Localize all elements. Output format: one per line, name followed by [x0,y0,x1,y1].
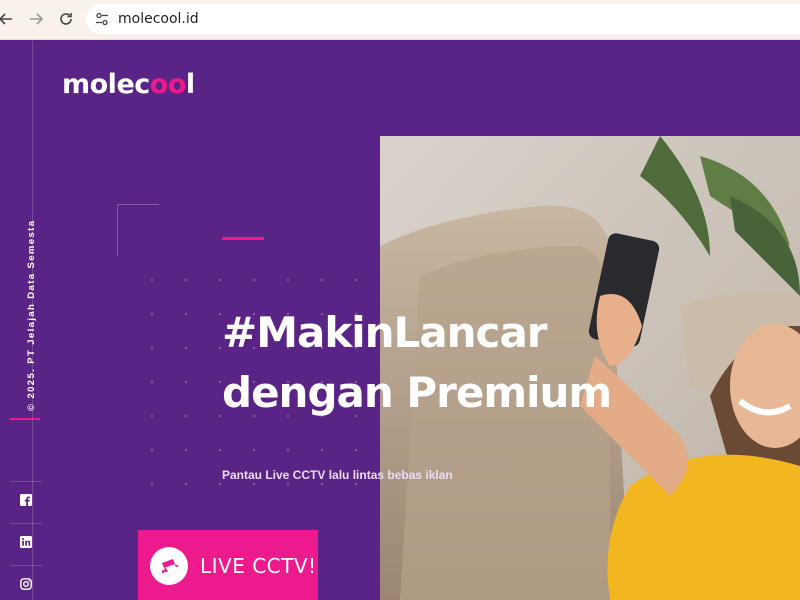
arrow-right-icon [30,13,44,25]
hero-subtitle: Pantau Live CCTV lalu lintas bebas iklan [222,468,453,482]
address-bar[interactable]: molecool.id [86,4,800,34]
live-cctv-label: LIVE CCTV! [200,554,317,578]
tune-icon[interactable] [94,11,110,27]
cctv-camera-icon [150,547,188,585]
facebook-icon [20,493,32,506]
hero-headline: #MakinLancar dengan Premium [222,303,642,423]
instagram-link[interactable] [10,565,42,600]
hero-headline-line-1: #MakinLancar [222,308,548,357]
landing-page: molecool © 2025. PT Jelajah Data Semesta… [0,41,800,600]
logo-text-accent: oo [149,69,187,100]
linkedin-link[interactable] [10,523,42,559]
reload-button[interactable] [54,7,78,31]
facebook-link[interactable] [10,481,42,517]
linkedin-icon [20,535,32,548]
logo-text-end: l [185,69,195,100]
browser-toolbar: molecool.id [0,0,800,40]
instagram-icon [20,577,32,590]
url-text[interactable]: molecool.id [118,11,199,27]
reload-icon [60,13,72,25]
logo-text-start: molec [62,69,150,100]
copyright-text: © 2025. PT Jelajah Data Semesta [26,219,37,411]
decorative-frame [117,204,159,256]
back-button[interactable] [0,7,18,31]
forward-button[interactable] [24,7,48,31]
hero-headline-line-2: dengan Premium [222,368,612,417]
live-cctv-button[interactable]: LIVE CCTV! [138,530,318,600]
copyright-accent-line [10,418,40,420]
molecool-logo[interactable]: molecool [62,69,195,100]
arrow-left-icon [0,13,12,25]
headline-accent-line [222,237,264,240]
